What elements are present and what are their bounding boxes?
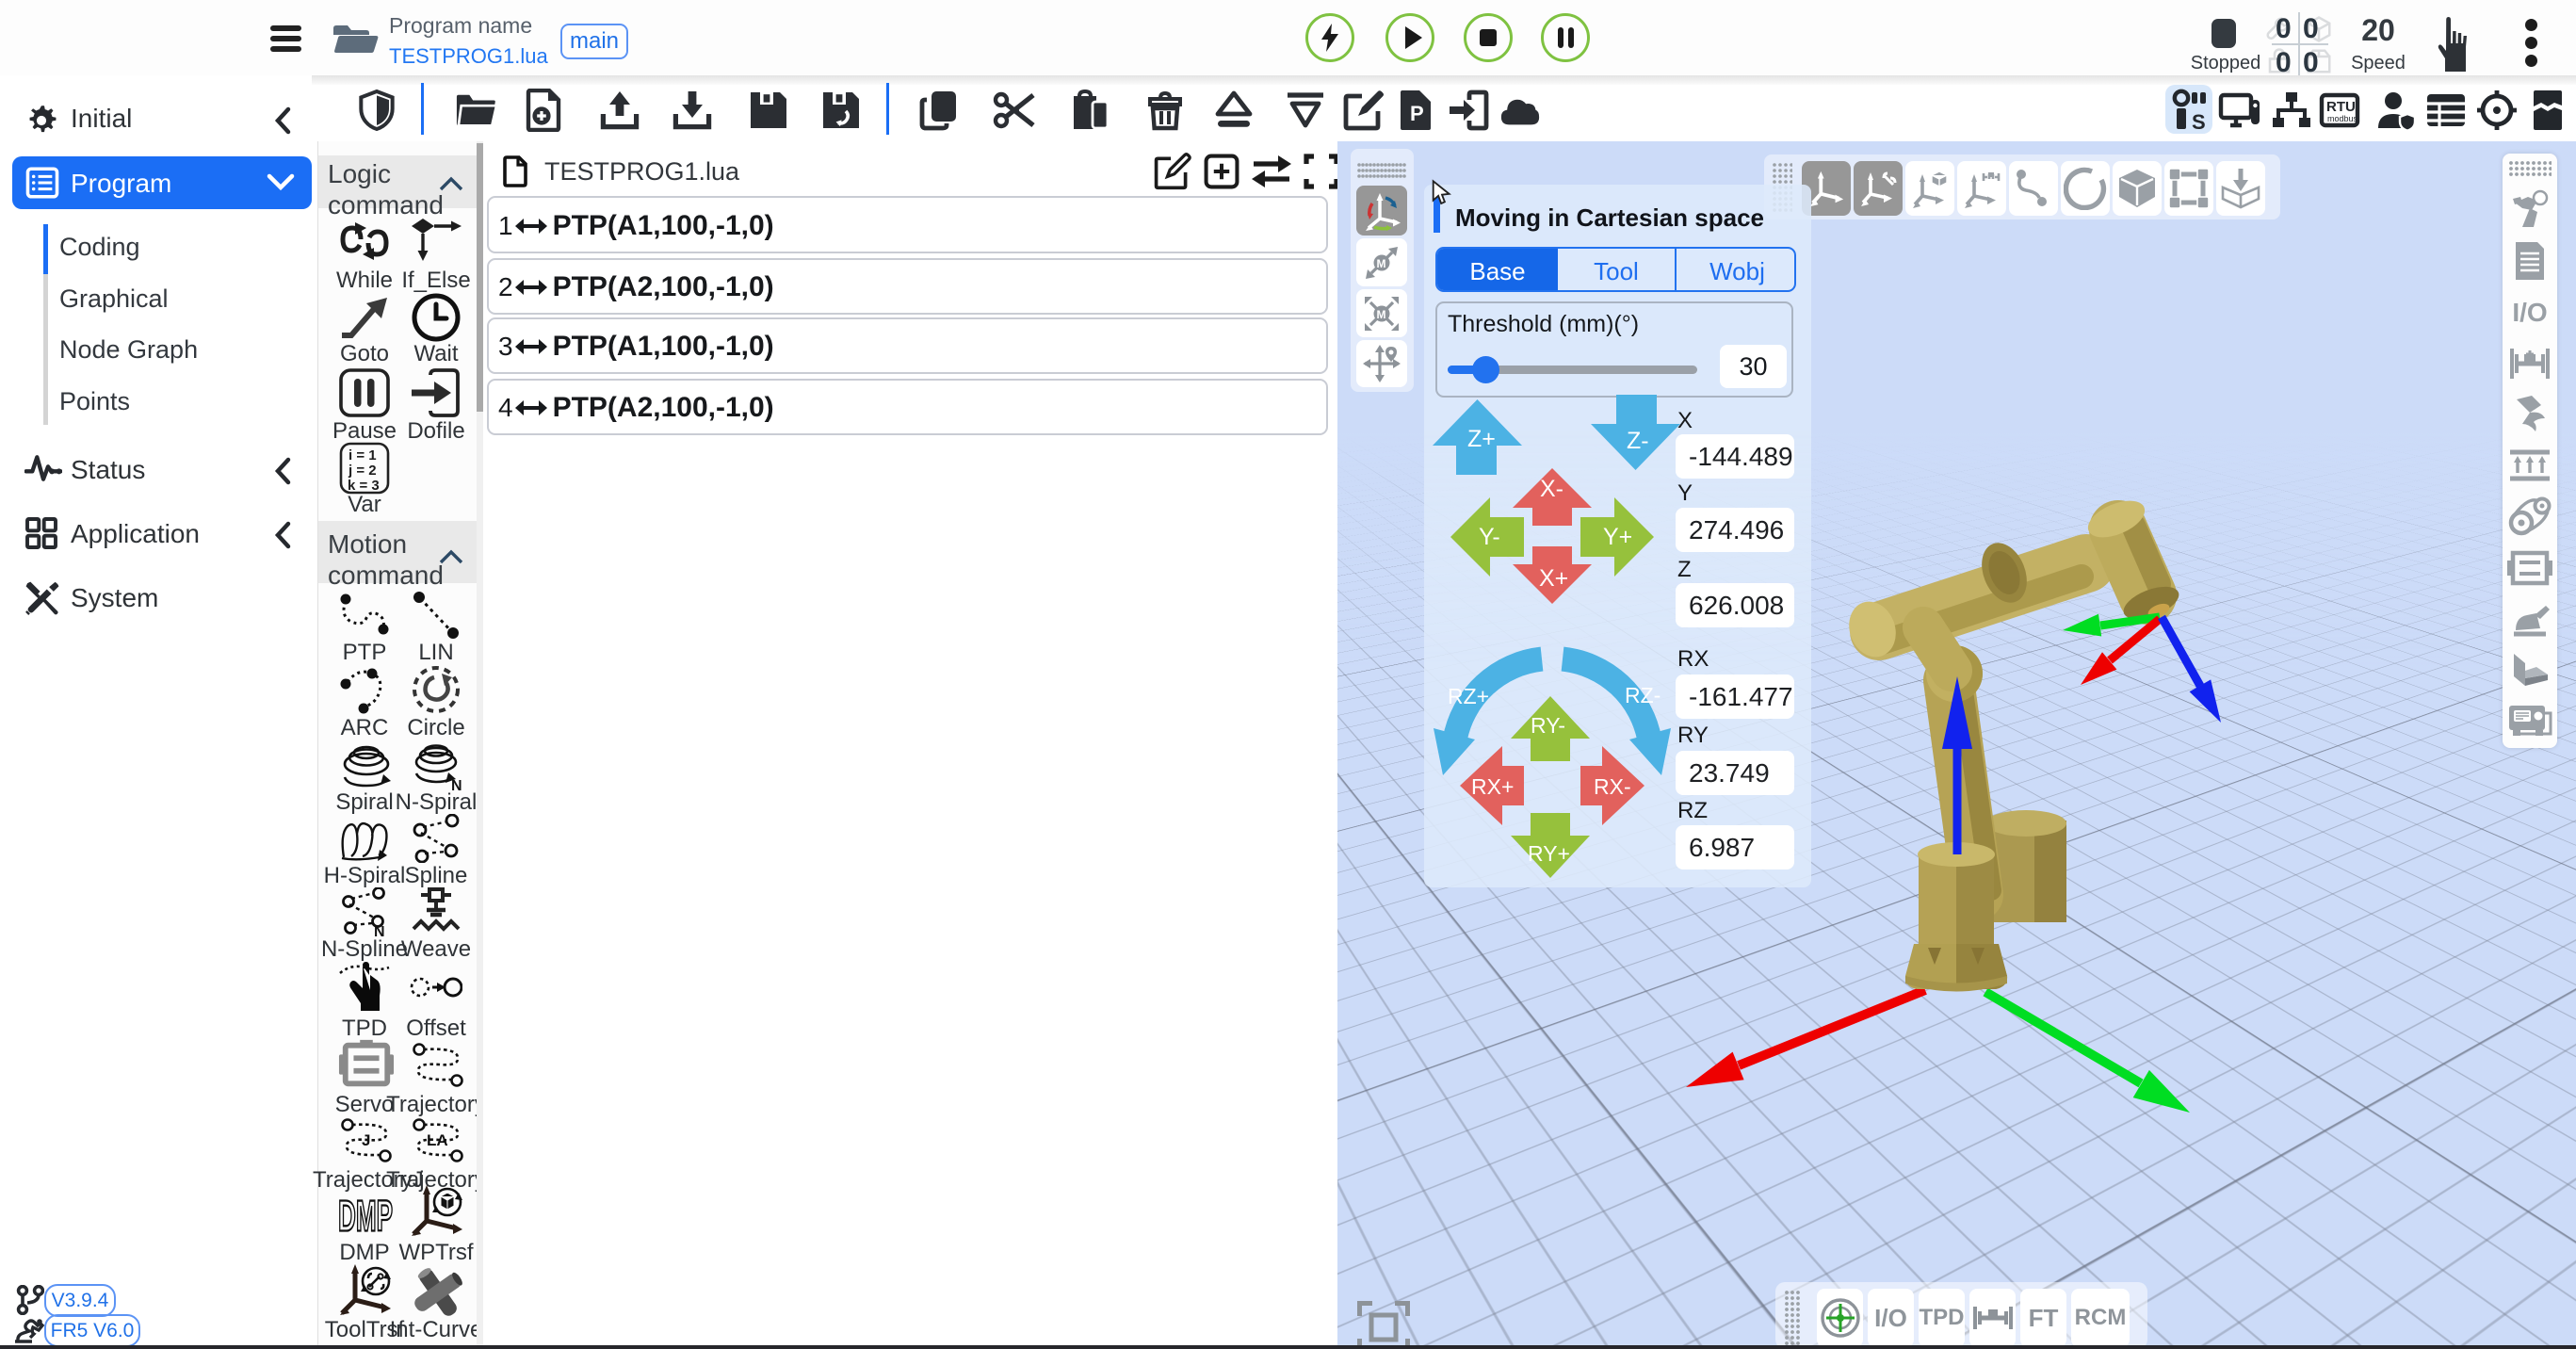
svg-text:X+: X+	[1539, 565, 1568, 592]
svg-text:M: M	[1377, 308, 1386, 321]
svg-text:X-: X-	[1540, 476, 1563, 502]
svg-text:LA: LA	[427, 1131, 448, 1149]
svg-text:N: N	[374, 924, 385, 936]
svg-text:Y-: Y-	[1479, 524, 1500, 550]
svg-text:RX+: RX+	[1471, 774, 1514, 799]
svg-text:Z-: Z-	[1627, 428, 1649, 454]
svg-text:J: J	[362, 1131, 370, 1149]
svg-text:RZ+: RZ+	[1448, 684, 1489, 708]
svg-text:P: P	[1410, 102, 1424, 125]
svg-text:j = 2: j = 2	[348, 463, 377, 479]
svg-text:DMP: DMP	[338, 1192, 393, 1239]
svg-text:modbus: modbus	[2327, 114, 2358, 123]
svg-text:RZ-: RZ-	[1625, 683, 1661, 707]
svg-text:RY-: RY-	[1531, 713, 1565, 738]
svg-text:RX-: RX-	[1594, 774, 1631, 799]
svg-text:S: S	[2192, 110, 2206, 132]
svg-text:M: M	[1377, 257, 1386, 270]
svg-text:Z+: Z+	[1467, 426, 1496, 452]
svg-text:Y+: Y+	[1603, 524, 1632, 550]
svg-text:RY+: RY+	[1528, 841, 1570, 866]
svg-text:i = 1: i = 1	[348, 447, 377, 463]
svg-text:RTU: RTU	[2326, 99, 2356, 115]
